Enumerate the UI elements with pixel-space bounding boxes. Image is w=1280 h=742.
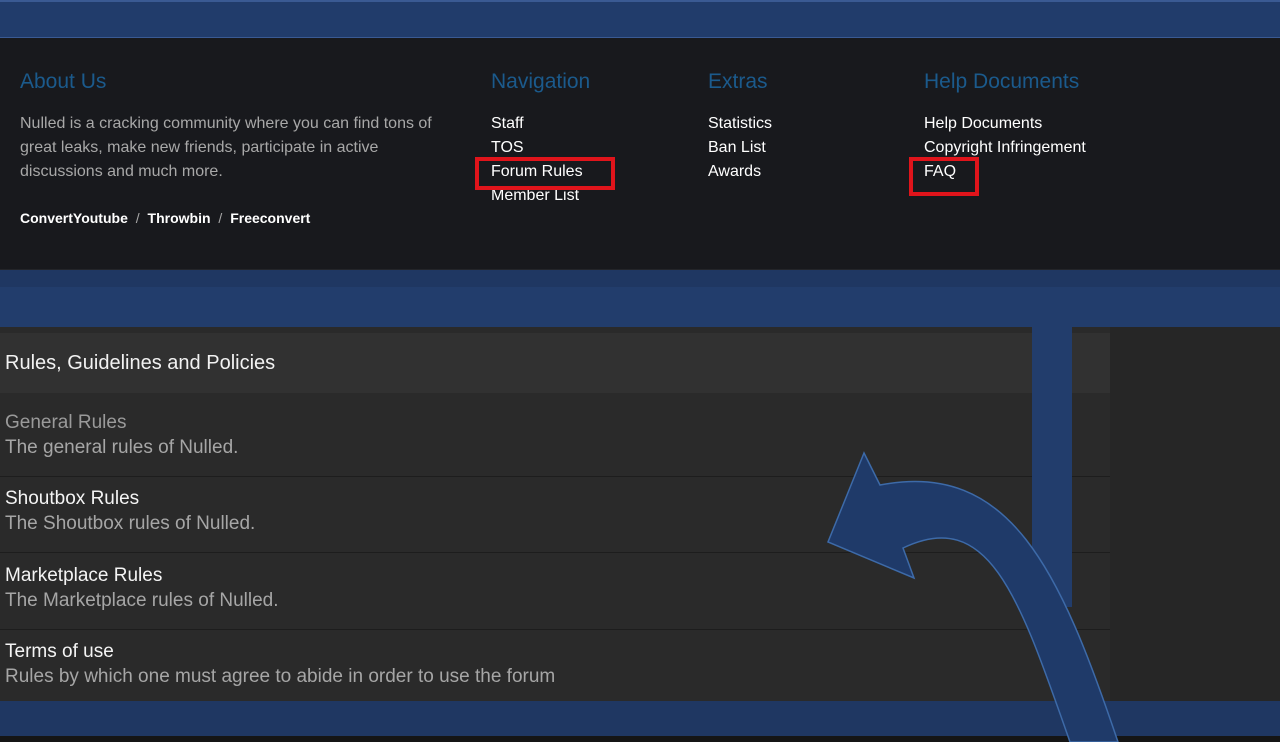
bottom-band [0,701,1280,736]
site-footer: About Us Nulled is a cracking community … [0,38,1280,270]
partner-separator: / [218,210,223,226]
partner-separator: / [135,210,140,226]
rule-title[interactable]: Shoutbox Rules [5,487,1110,511]
divider-band [0,287,1280,327]
rule-title[interactable]: General Rules [5,411,1110,435]
about-text: Nulled is a cracking community where you… [20,115,432,180]
rules-panel-title: Rules, Guidelines and Policies [0,333,1110,393]
about-heading: About Us [20,70,107,93]
rules-panel: Rules, Guidelines and Policies General R… [0,327,1280,701]
rule-title[interactable]: Marketplace Rules [5,564,1110,588]
extras-link-statistics[interactable]: Statistics [708,112,772,136]
rule-description: The Marketplace rules of Nulled. [5,590,279,611]
footer-about: About Us Nulled is a cracking community … [20,70,440,226]
side-area [1110,327,1280,701]
navigation-heading: Navigation [491,70,591,93]
bottom-strip [0,736,1280,742]
extras-list: Statistics Ban List Awards [708,112,772,184]
partner-link-freeconvert[interactable]: Freeconvert [230,210,310,226]
rule-title[interactable]: Terms of use [5,640,1110,664]
partner-link-convertyoutube[interactable]: ConvertYoutube [20,210,128,226]
rule-description: The Shoutbox rules of Nulled. [5,513,256,534]
help-heading: Help Documents [924,70,1080,93]
forum-rules-highlight-box [475,157,615,190]
nav-link-staff[interactable]: Staff [491,112,590,136]
help-link-help-documents[interactable]: Help Documents [924,112,1086,136]
rule-description: Rules by which one must agree to abide i… [5,666,556,687]
rule-item-shoutbox[interactable]: Shoutbox Rules The Shoutbox rules of Nul… [0,477,1110,553]
rule-item-general[interactable]: General Rules The general rules of Nulle… [0,401,1110,477]
extras-link-ban-list[interactable]: Ban List [708,136,772,160]
footer-extras: Extras Statistics Ban List Awards [708,70,772,184]
partner-links: ConvertYoutube / Throwbin / Freeconvert [20,210,440,226]
faq-highlight-box [909,157,979,196]
rule-description: The general rules of Nulled. [5,437,239,458]
rule-item-marketplace[interactable]: Marketplace Rules The Marketplace rules … [0,554,1110,630]
partner-link-throwbin[interactable]: Throwbin [148,210,211,226]
rule-item-terms[interactable]: Terms of use Rules by which one must agr… [0,630,1110,706]
header-strip [0,0,1280,38]
extras-heading: Extras [708,70,768,93]
extras-link-awards[interactable]: Awards [708,160,772,184]
